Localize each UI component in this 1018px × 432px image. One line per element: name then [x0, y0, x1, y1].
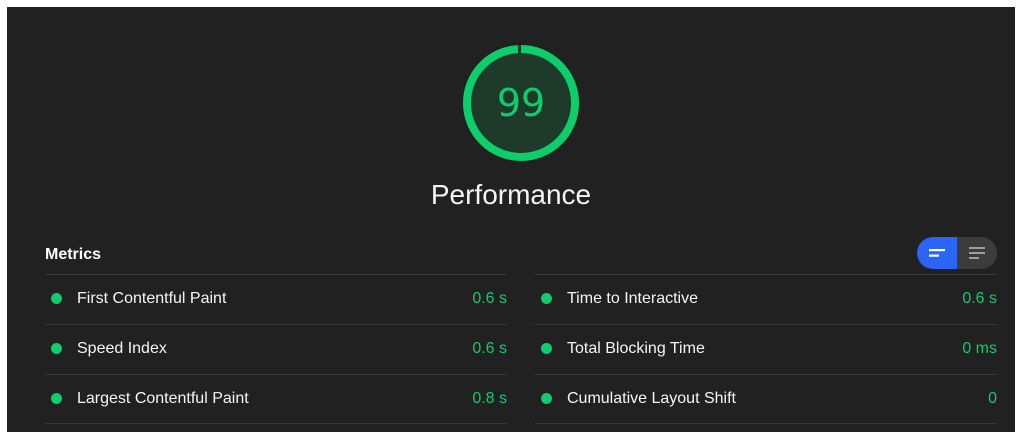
- metric-value: 0.6 s: [962, 290, 997, 307]
- pass-indicator-icon: [541, 293, 552, 304]
- detail-view-toggle-option[interactable]: [957, 237, 997, 269]
- metric-speed-index[interactable]: Speed Index 0.6 s: [45, 324, 507, 374]
- metric-name: Largest Contentful Paint: [77, 390, 249, 407]
- metric-name: Cumulative Layout Shift: [567, 390, 736, 407]
- pass-indicator-icon: [51, 343, 62, 354]
- metrics-view-toggle[interactable]: [917, 237, 997, 269]
- metric-name: Time to Interactive: [567, 290, 699, 307]
- pass-indicator-icon: [541, 393, 552, 404]
- metrics-column-right: Time to Interactive 0.6 s Total Blocking…: [535, 274, 997, 424]
- lighthouse-report-panel: 99 Performance Metrics First Contentful …: [7, 7, 1015, 432]
- metric-value: 0: [988, 390, 997, 407]
- pass-indicator-icon: [51, 293, 62, 304]
- metric-total-blocking-time[interactable]: Total Blocking Time 0 ms: [535, 324, 997, 374]
- detail-view-icon: [969, 247, 985, 259]
- metric-value: 0.6 s: [472, 340, 507, 357]
- metric-name: Total Blocking Time: [567, 340, 705, 357]
- metrics-header: Metrics: [7, 234, 1015, 274]
- summary-view-icon: [929, 249, 945, 257]
- metric-largest-contentful-paint[interactable]: Largest Contentful Paint 0.8 s: [45, 374, 507, 424]
- pass-indicator-icon: [541, 343, 552, 354]
- pass-indicator-icon: [51, 393, 62, 404]
- metric-cumulative-layout-shift[interactable]: Cumulative Layout Shift 0: [535, 374, 997, 424]
- performance-score-gauge[interactable]: 99: [457, 39, 585, 167]
- score-value: 99: [496, 81, 546, 125]
- metric-value: 0 ms: [962, 340, 997, 357]
- metric-name: Speed Index: [77, 340, 167, 357]
- metric-value: 0.8 s: [472, 390, 507, 407]
- metric-first-contentful-paint[interactable]: First Contentful Paint 0.6 s: [45, 274, 507, 324]
- category-title: Performance: [430, 179, 592, 210]
- metric-time-to-interactive[interactable]: Time to Interactive 0.6 s: [535, 274, 997, 324]
- metrics-title: Metrics: [45, 246, 102, 263]
- metric-value: 0.6 s: [472, 290, 507, 307]
- metrics-column-left: First Contentful Paint 0.6 s Speed Index…: [45, 274, 507, 424]
- metric-name: First Contentful Paint: [77, 290, 227, 307]
- summary-view-toggle-option[interactable]: [917, 237, 957, 269]
